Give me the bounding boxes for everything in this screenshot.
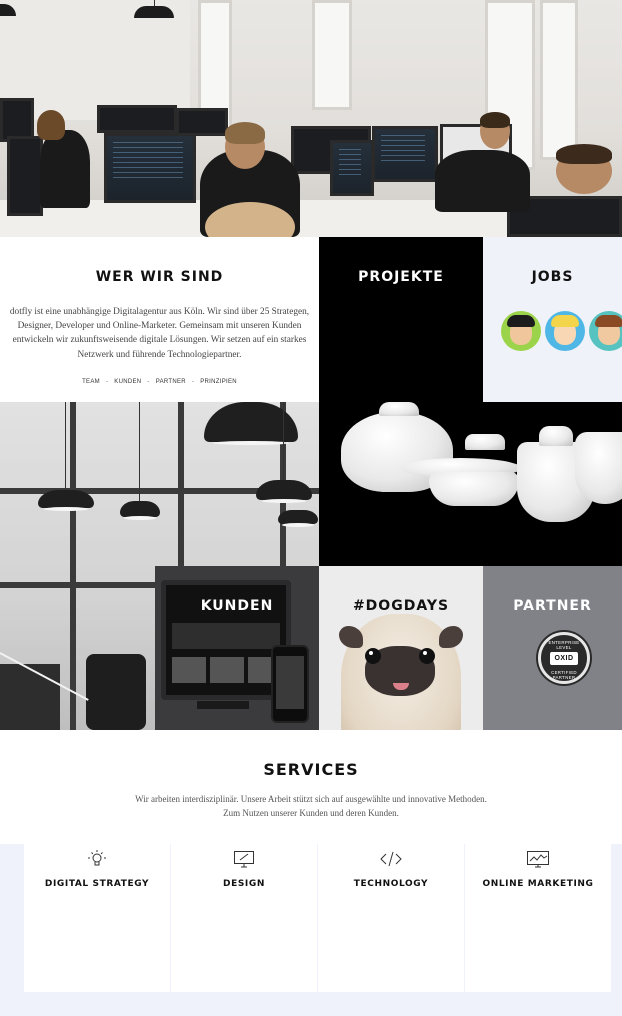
- dogdays-title: #DOGDAYS: [352, 598, 450, 614]
- badge-top-text: ENTERPRISE LEVEL: [548, 640, 580, 650]
- services-title: SERVICES: [263, 760, 359, 779]
- services-text: Wir arbeiten interdisziplinär. Unsere Ar…: [0, 792, 622, 820]
- lamp-cord: [139, 402, 140, 502]
- link-separator: -: [105, 379, 109, 385]
- jobs-title: JOBS: [531, 269, 574, 285]
- hero-person-hair: [480, 112, 510, 128]
- hero-person-hair: [37, 110, 65, 140]
- pendant-lamp: [256, 480, 312, 503]
- services-text-line: Zum Nutzen unserer Kunden und deren Kund…: [223, 808, 399, 818]
- jobs-avatar-icon: [501, 311, 541, 351]
- service-card-online-marketing[interactable]: ONLINE MARKETING: [465, 844, 611, 992]
- service-label: DESIGN: [223, 879, 265, 889]
- dogdays-tile[interactable]: #DOGDAYS: [319, 566, 483, 730]
- tile-grid: WER WIR SIND dotfly ist eine unabhängige…: [0, 237, 622, 730]
- about-link-prinzipien[interactable]: PRINZIPIEN: [200, 379, 237, 385]
- office-chair: [0, 664, 60, 730]
- kunden-phone: [271, 645, 309, 723]
- office-chair: [86, 654, 146, 730]
- jobs-avatar-icon: [545, 311, 585, 351]
- porcelain-jar: [575, 432, 622, 504]
- porcelain-lid: [539, 426, 573, 446]
- link-separator: -: [147, 379, 150, 385]
- jobs-tile[interactable]: JOBS: [483, 237, 622, 402]
- porcelain-lid: [465, 434, 505, 450]
- lamp-cord: [283, 402, 284, 482]
- service-label: TECHNOLOGY: [353, 879, 429, 889]
- pug-eye: [419, 648, 435, 664]
- hero-monitor: [176, 108, 228, 136]
- jobs-avatar-icon: [589, 311, 622, 351]
- pendant-lamp: [38, 490, 94, 511]
- about-links: TEAM - KUNDEN - PARTNER - PRINZIPIEN: [0, 379, 319, 385]
- hero-person: [40, 130, 90, 208]
- service-card-design[interactable]: DESIGN: [171, 844, 317, 992]
- hero-person-hair: [556, 144, 612, 164]
- about-link-team[interactable]: TEAM: [82, 379, 100, 385]
- about-title: WER WIR SIND: [95, 269, 224, 285]
- about-text: dotfly ist eine unabhängige Digitalagent…: [9, 307, 310, 360]
- hero-office-photo: [0, 0, 622, 237]
- pendant-lamp: [120, 501, 160, 520]
- link-separator: -: [191, 379, 195, 385]
- chart-monitor-icon: [465, 849, 611, 869]
- hero-window: [540, 0, 578, 160]
- kunden-monitor-stand: [197, 701, 249, 709]
- services-section: SERVICES Wir arbeiten interdisziplinär. …: [0, 730, 622, 1016]
- pendant-lamp: [278, 510, 318, 527]
- badge-bottom-text: CERTIFIED PARTNER: [551, 670, 577, 680]
- porcelain-photo: [319, 402, 622, 566]
- lightbulb-icon: [24, 849, 170, 869]
- kunden-tile[interactable]: KUNDEN: [155, 566, 319, 730]
- hero-monitor: [7, 136, 43, 216]
- service-card-digital-strategy[interactable]: DIGITAL STRATEGY: [24, 844, 170, 992]
- code-icon: [318, 849, 464, 869]
- partner-tile[interactable]: PARTNER ENTERPRISE LEVEL OXID CERTIFIED …: [483, 566, 622, 730]
- service-label: ONLINE MARKETING: [482, 879, 594, 889]
- oxid-partner-badge: ENTERPRISE LEVEL OXID CERTIFIED PARTNER: [538, 632, 590, 684]
- pug-eye: [365, 648, 381, 664]
- pug-ear: [439, 626, 463, 648]
- porcelain-lid: [379, 402, 419, 416]
- porcelain-dish: [429, 472, 519, 506]
- hero-monitor: [330, 140, 374, 196]
- hero-monitor: [104, 133, 196, 203]
- hero-monitor: [372, 126, 438, 182]
- hero-person: [435, 150, 530, 212]
- about-link-partner[interactable]: PARTNER: [156, 379, 186, 385]
- lamp-cord: [65, 402, 66, 492]
- partner-title: PARTNER: [513, 598, 592, 614]
- about-tile: WER WIR SIND dotfly ist eine unabhängige…: [0, 237, 319, 402]
- service-card-technology[interactable]: TECHNOLOGY: [318, 844, 464, 992]
- hero-window: [312, 0, 352, 110]
- monitor-pen-icon: [171, 849, 317, 869]
- projekte-tile[interactable]: PROJEKTE: [319, 237, 483, 402]
- window-frame: [70, 402, 76, 730]
- badge-logo-text: OXID: [550, 652, 578, 665]
- ceiling-lamp: [134, 6, 174, 18]
- services-text-line: Wir arbeiten interdisziplinär. Unsere Ar…: [135, 794, 487, 804]
- hero-monitor: [97, 105, 177, 133]
- about-link-kunden[interactable]: KUNDEN: [114, 379, 141, 385]
- service-label: DIGITAL STRATEGY: [44, 879, 150, 889]
- kunden-title: KUNDEN: [200, 598, 274, 614]
- projekte-title: PROJEKTE: [358, 269, 444, 285]
- hero-person-hair: [225, 122, 265, 144]
